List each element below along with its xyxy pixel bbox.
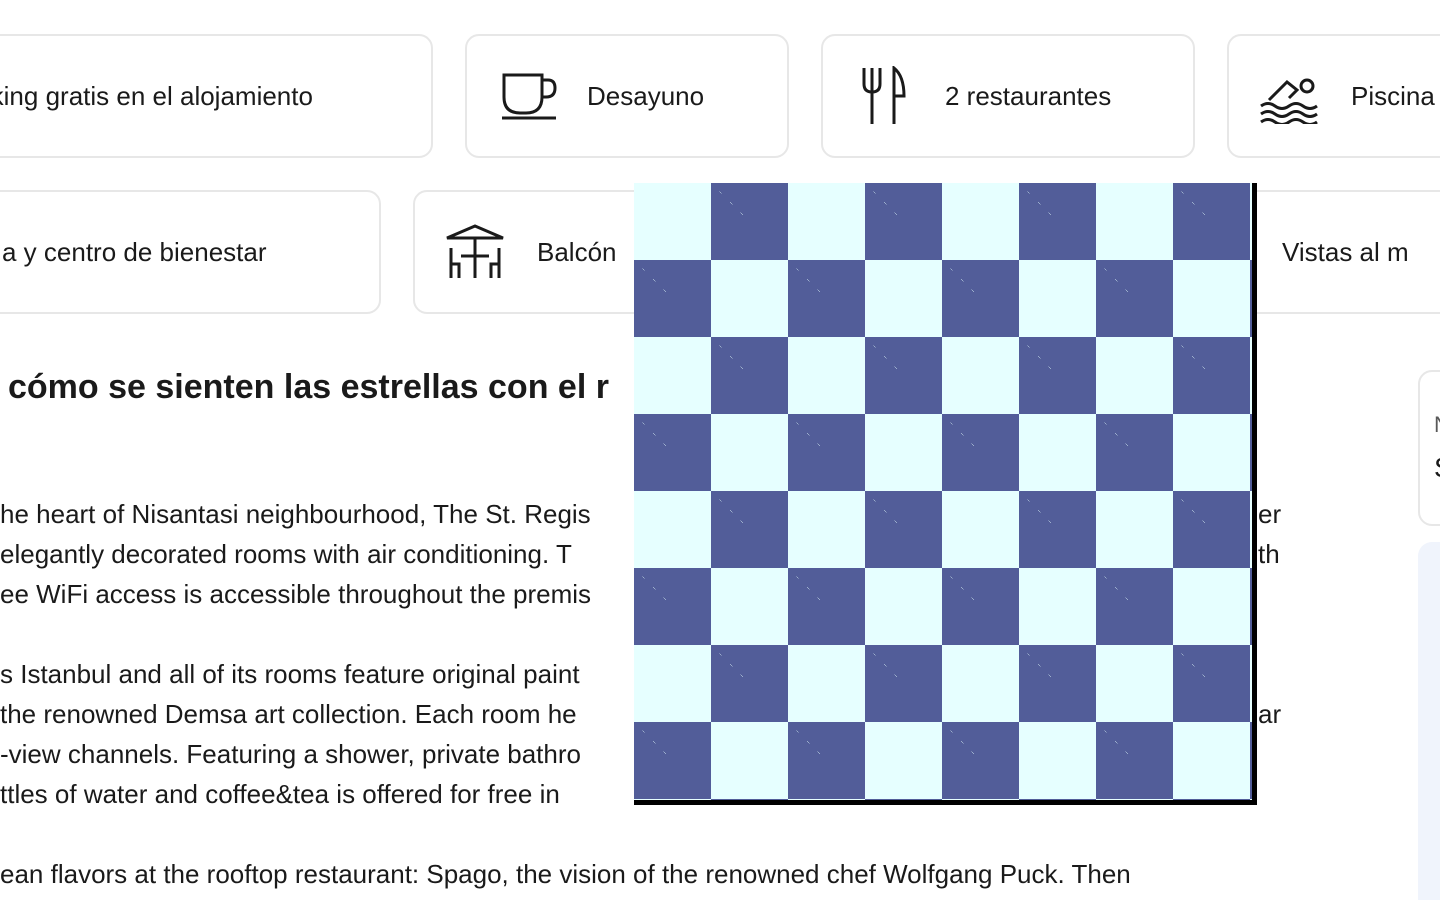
facility-label-parking: rking gratis en el alojamiento bbox=[0, 80, 313, 111]
facility-label-spa: a y centro de bienestar bbox=[2, 236, 267, 267]
description-line-5: the renowned Demsa art collection. Each … bbox=[0, 699, 577, 729]
sidebar-info-card[interactable]: N S bbox=[1418, 370, 1440, 526]
description-line-7: ttles of water and coffee&tea is offered… bbox=[0, 779, 560, 809]
description-fragment-3: ar bbox=[1258, 699, 1282, 729]
description-fragment-2: th bbox=[1258, 539, 1280, 569]
facility-card-restaurants[interactable]: 2 restaurantes bbox=[821, 34, 1195, 158]
fork-knife-icon bbox=[853, 66, 913, 126]
facility-label-balcony: Balcón bbox=[537, 236, 617, 267]
facility-label-sea-view: Vistas al m bbox=[1282, 236, 1409, 267]
checkerboard-overlay bbox=[634, 183, 1257, 805]
facility-label-restaurants: 2 restaurantes bbox=[945, 80, 1112, 111]
sidebar-card-line-1: N bbox=[1434, 412, 1440, 438]
facility-card-breakfast[interactable]: Desayuno bbox=[465, 34, 789, 158]
description-line-3: ee WiFi access is accessible throughout … bbox=[0, 579, 592, 609]
description-line-6: -view channels. Featuring a shower, priv… bbox=[0, 739, 581, 769]
hotel-page: rking gratis en el alojamiento Desayuno … bbox=[0, 0, 1440, 900]
facility-card-pool[interactable]: Piscina bbox=[1227, 34, 1440, 158]
description-line-4: s Istanbul and all of its rooms feature … bbox=[0, 659, 580, 689]
coffee-cup-icon bbox=[499, 66, 559, 126]
facility-card-spa[interactable]: a y centro de bienestar bbox=[0, 190, 381, 314]
swimmer-icon bbox=[1259, 66, 1319, 126]
sidebar-card-line-2: S bbox=[1434, 452, 1440, 484]
description-fragment-1: er bbox=[1258, 499, 1282, 529]
facility-label-pool: Piscina bbox=[1351, 80, 1435, 111]
description-line-2: elegantly decorated rooms with air condi… bbox=[0, 539, 572, 569]
sidebar-panel bbox=[1418, 542, 1440, 900]
description-line-8: ean flavors at the rooftop restaurant: S… bbox=[0, 859, 1131, 889]
facility-label-breakfast: Desayuno bbox=[587, 80, 705, 111]
patio-table-icon bbox=[445, 222, 505, 282]
facility-card-parking[interactable]: rking gratis en el alojamiento bbox=[0, 34, 433, 158]
description-line-1: he heart of Nisantasi neighbourhood, The… bbox=[0, 499, 591, 529]
description-heading: cómo se sienten las estrellas con el r bbox=[8, 368, 609, 406]
